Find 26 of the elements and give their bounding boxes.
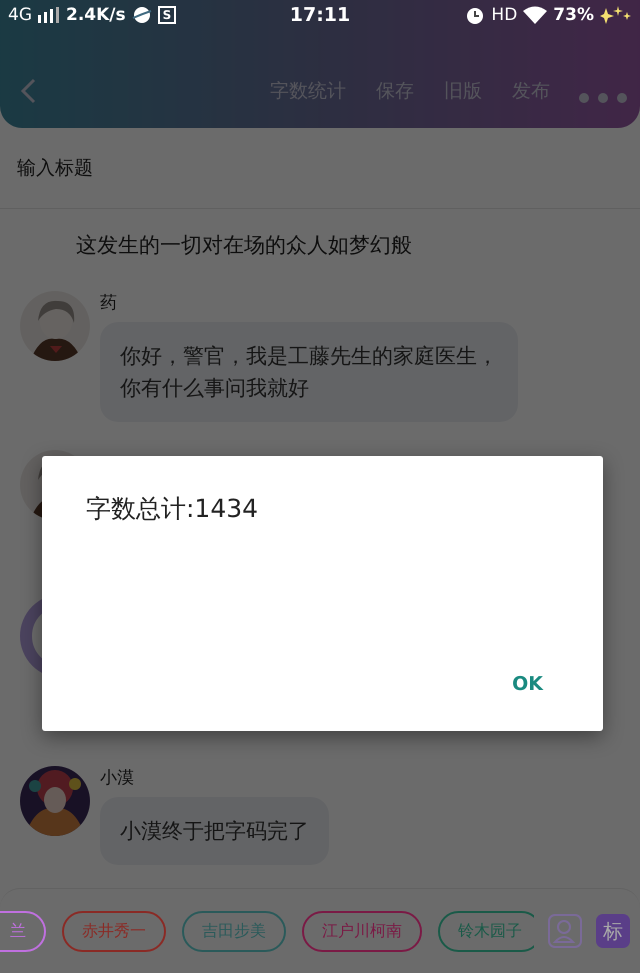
network-speed: 2.4K/s [66, 5, 126, 25]
character-chip[interactable]: 兰 [0, 910, 46, 952]
hd-label: HD [491, 5, 518, 25]
ok-button[interactable]: OK [496, 665, 559, 703]
message-line: 你有什么事问我就好 [120, 375, 310, 402]
person-icon[interactable] [548, 914, 582, 948]
speaker-name: 小漠 [100, 767, 135, 789]
alarm-icon [465, 5, 486, 25]
character-chip[interactable]: 铃木园子 [438, 910, 534, 952]
signal-icon [38, 7, 60, 23]
tag-button[interactable]: 标 [596, 914, 630, 948]
battery-level: 73% [553, 5, 594, 25]
wifi-icon [523, 6, 548, 24]
title-field[interactable]: 输入标题 [15, 156, 319, 180]
network-type: 4G [8, 5, 32, 25]
speaker-name: 药 [100, 292, 118, 314]
clock-time: 17:11 [290, 4, 350, 26]
more-icon[interactable] [578, 92, 628, 104]
character-chip[interactable]: 赤井秀一 [62, 910, 166, 952]
message-line: 你好，警官，我是工藤先生的家庭医生， [120, 343, 498, 370]
narration-text: 这发生的一切对在场的众人如梦幻般 [75, 232, 413, 259]
sparkle-icon [600, 6, 632, 24]
message-line: 小漠终于把字码完了 [120, 818, 309, 845]
character-chip[interactable]: 江户川柯南 [302, 910, 422, 952]
dialog-message: 字数总计:1434 [86, 493, 260, 525]
character-chip[interactable]: 吉田步美 [182, 910, 286, 952]
